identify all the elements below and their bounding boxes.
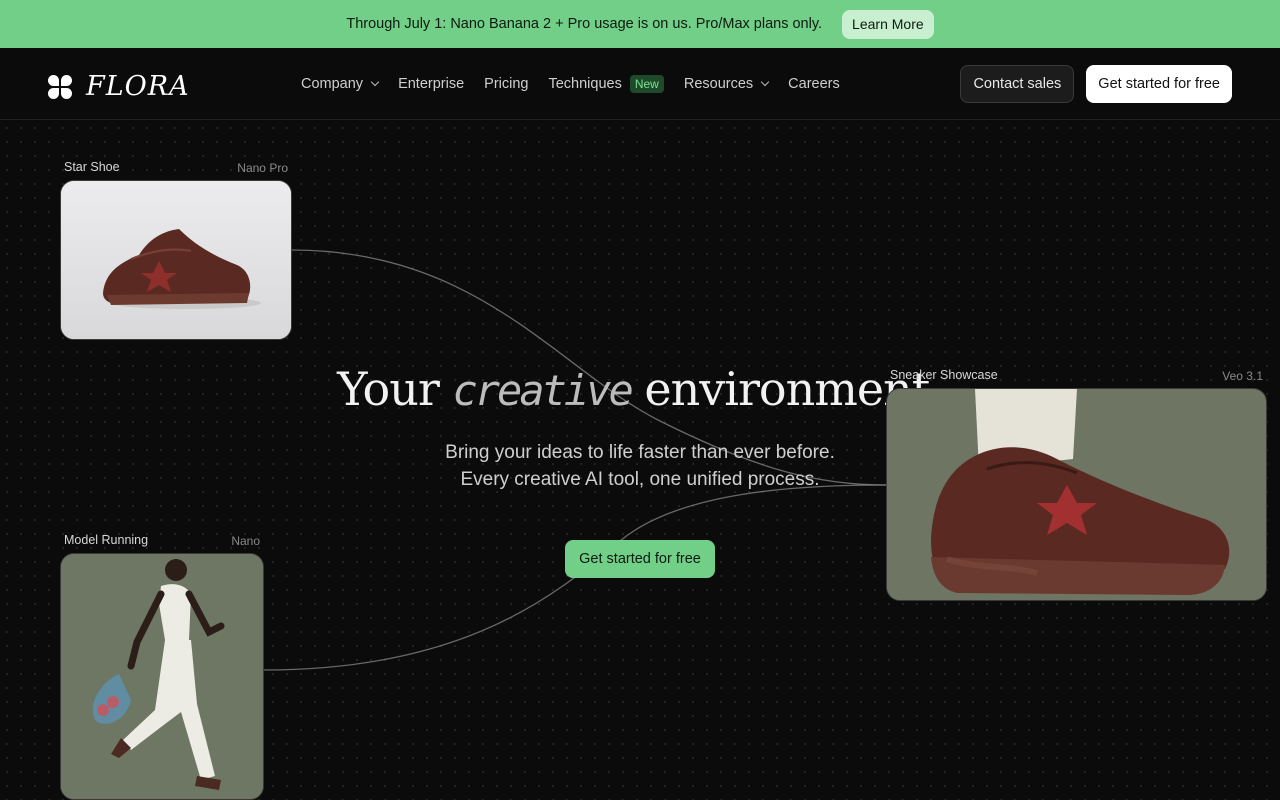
- logo-wordmark: FLORA: [86, 71, 190, 102]
- flora-logo-icon: [48, 74, 72, 99]
- model-running-image[interactable]: [60, 553, 264, 800]
- banner-text: Through July 1: Nano Banana 2 + Pro usag…: [346, 16, 823, 32]
- card-model: Veo 3.1: [1222, 369, 1263, 383]
- chevron-down-icon: [760, 77, 770, 87]
- sneaker-showcase-image[interactable]: [886, 388, 1267, 601]
- nav-item-label: Pricing: [484, 76, 529, 92]
- card-label: Model Running: [64, 533, 149, 547]
- contact-sales-button[interactable]: Contact sales: [960, 65, 1075, 103]
- nav-item-pricing[interactable]: Pricing: [484, 76, 528, 92]
- card-model: Nano: [231, 534, 260, 548]
- nav-item-label: Techniques: [548, 76, 622, 92]
- shoe-image-icon: [61, 181, 291, 339]
- nav-item-label: Company: [301, 76, 364, 92]
- hero-canvas: Star Shoe Nano Pro Model Running Nano Yo…: [0, 121, 1280, 800]
- get-started-button[interactable]: Get started for free: [1086, 65, 1232, 103]
- logo[interactable]: FLORA: [48, 71, 190, 102]
- card-label: Star Shoe: [64, 160, 120, 174]
- top-nav: FLORA Company Enterprise Pricing Techniq…: [0, 48, 1280, 120]
- hero-title-italic: creative: [452, 366, 633, 415]
- nav-item-techniques[interactable]: Techniques New: [548, 75, 664, 93]
- learn-more-button[interactable]: Learn More: [842, 9, 934, 39]
- nav-item-label: Resources: [683, 76, 754, 92]
- nav-item-resources[interactable]: Resources: [683, 76, 770, 92]
- person-image-icon: [61, 554, 263, 799]
- new-badge: New: [629, 75, 664, 93]
- hero-title-before: Your: [337, 362, 440, 416]
- nav-item-careers[interactable]: Careers: [788, 76, 840, 92]
- shoe-image-icon: [887, 389, 1266, 600]
- nav-links: Company Enterprise Pricing Techniques Ne…: [301, 48, 860, 120]
- nav-item-label: Enterprise: [398, 76, 465, 92]
- chevron-down-icon: [370, 77, 380, 87]
- nav-item-enterprise[interactable]: Enterprise: [398, 76, 464, 92]
- card-model: Nano Pro: [237, 161, 288, 175]
- nav-item-label: Careers: [788, 76, 840, 92]
- star-shoe-image[interactable]: [60, 180, 292, 340]
- hero-get-started-button[interactable]: Get started for free: [565, 540, 715, 578]
- nav-item-company[interactable]: Company: [301, 76, 380, 92]
- card-label: Sneaker Showcase: [890, 368, 998, 382]
- nav-actions: Contact sales Get started for free: [960, 65, 1232, 103]
- promo-banner: Through July 1: Nano Banana 2 + Pro usag…: [0, 0, 1280, 48]
